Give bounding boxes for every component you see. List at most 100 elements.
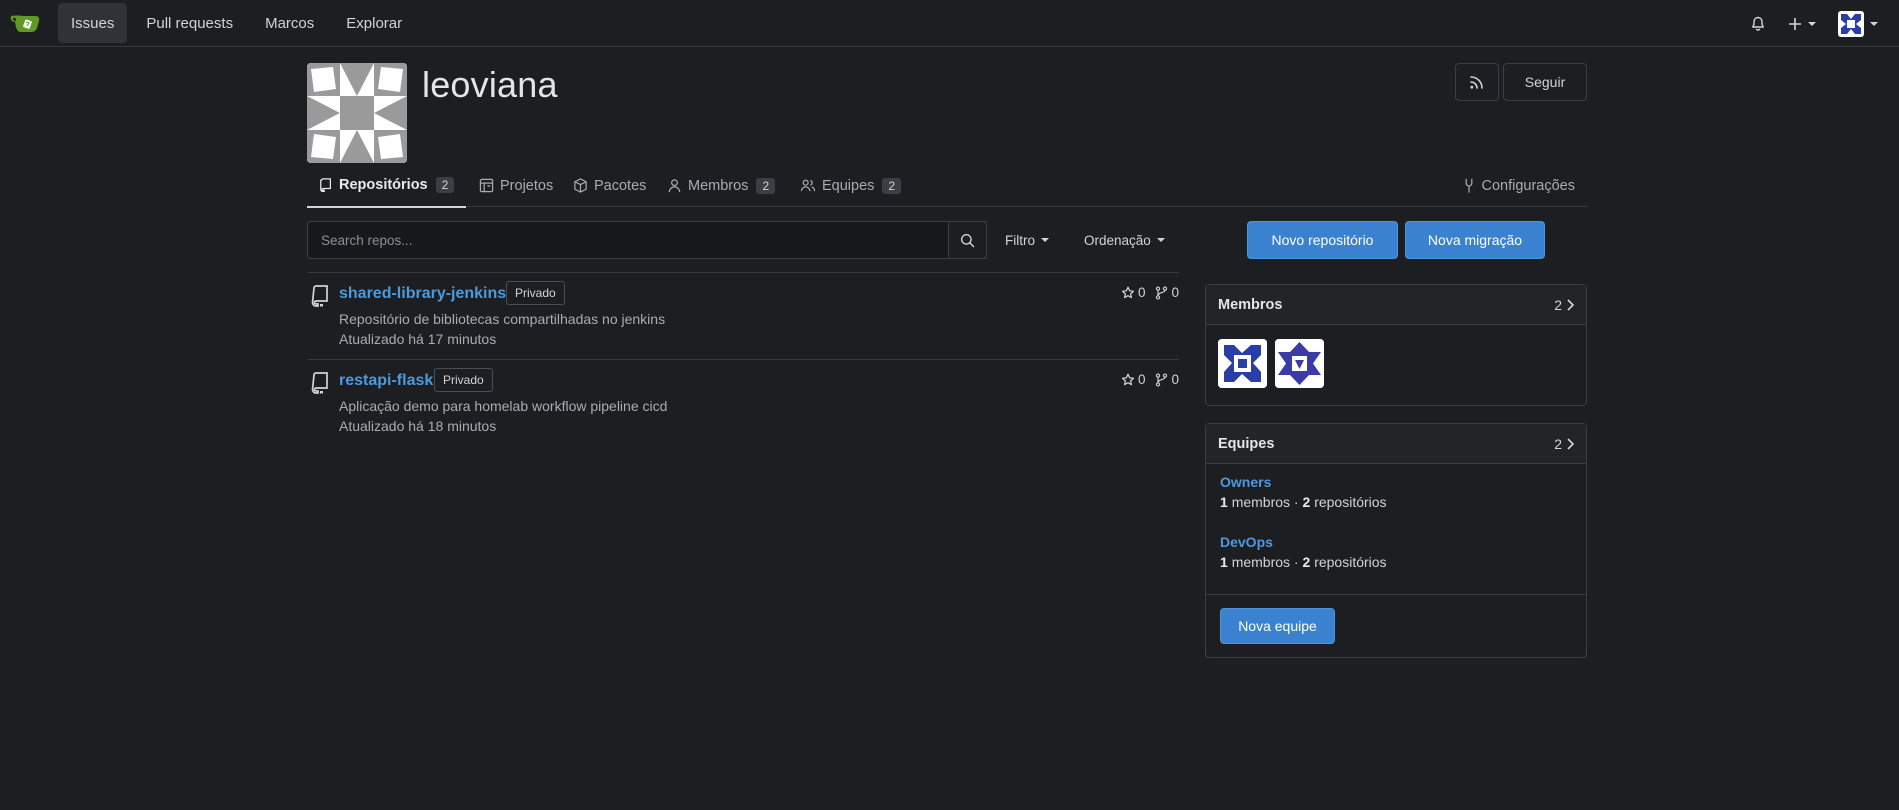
navbar-right: [1739, 0, 1889, 47]
stars-count[interactable]: 0: [1121, 372, 1146, 387]
tab-teams[interactable]: Equipes 2: [800, 164, 902, 207]
card-title: Membros: [1218, 296, 1283, 313]
repo-name-link[interactable]: shared-library-jenkins: [339, 285, 506, 303]
caret-down-icon: [1156, 238, 1165, 242]
repo-updated-time: Atualizado há 17 minutos: [339, 331, 497, 347]
star-icon: [1121, 286, 1135, 300]
rss-icon: [1468, 73, 1486, 91]
sort-label: Ordenação: [1084, 232, 1151, 248]
members-count: 2: [1554, 297, 1574, 313]
repo-name-link[interactable]: restapi-flask: [339, 372, 433, 390]
team-info: 1 membros · 2 repositórios: [1220, 494, 1387, 510]
tab-repositories[interactable]: Repositórios 2: [307, 164, 467, 208]
team-repos-count: 2: [1302, 554, 1311, 570]
org-header: leoviana Seguir: [307, 48, 1587, 164]
rss-feed-button[interactable]: [1455, 63, 1499, 101]
chevron-right-icon: [1566, 298, 1574, 311]
project-icon: [479, 178, 494, 193]
nav-milestones[interactable]: Marcos: [252, 3, 327, 43]
new-team-button[interactable]: Nova equipe: [1220, 608, 1335, 644]
search-input[interactable]: [308, 222, 987, 258]
team-info: 1 membros · 2 repositórios: [1220, 554, 1387, 570]
sort-dropdown[interactable]: Ordenação: [1084, 221, 1165, 259]
tools-icon: [1462, 178, 1476, 193]
team-name-link[interactable]: Owners: [1220, 474, 1572, 490]
tab-label: Pacotes: [594, 177, 647, 194]
count-badge: 2: [756, 177, 776, 194]
repo-stats: 0 0: [1115, 285, 1179, 300]
repo-icon: [311, 285, 329, 307]
forks-count[interactable]: 0: [1155, 285, 1179, 300]
nav-explore[interactable]: Explorar: [333, 3, 415, 43]
search-icon: [960, 233, 975, 248]
members-avatars: [1206, 325, 1586, 405]
visibility-badge: Privado: [506, 281, 565, 305]
repo-description: Repositório de bibliotecas compartilhada…: [339, 311, 666, 327]
repo-stats: 0 0: [1115, 372, 1179, 387]
avatar[interactable]: [1275, 339, 1324, 388]
tab-projects[interactable]: Projetos: [479, 164, 553, 207]
notifications-button[interactable]: [1739, 4, 1777, 44]
tab-label: Projetos: [500, 177, 554, 194]
search-button[interactable]: [948, 221, 987, 259]
org-tabs: Repositórios 2 Projetos Pacotes Membros …: [307, 164, 1587, 208]
caret-down-icon: [1808, 21, 1816, 26]
team-members-count: 1: [1220, 494, 1228, 510]
fork-icon: [1155, 372, 1168, 387]
team-item: DevOps 1 membros · 2 repositórios: [1206, 524, 1586, 584]
team-members-count: 1: [1220, 554, 1228, 570]
count-badge: 2: [435, 177, 455, 193]
tab-label: Repositórios: [339, 177, 428, 193]
caret-down-icon: [1041, 238, 1049, 242]
team-repos-label: repositórios: [1314, 494, 1387, 510]
teams-count: 2: [1554, 436, 1574, 452]
user-menu[interactable]: [1827, 4, 1889, 44]
list-item: shared-library-jenkins Privado 0 0 Repos…: [307, 273, 1179, 360]
teams-card-header[interactable]: Equipes 2: [1206, 424, 1586, 464]
count-badge: 2: [882, 177, 902, 194]
teams-card: Equipes 2 Owners 1 membros · 2 repositór…: [1205, 423, 1587, 658]
page-container: leoviana Seguir Repositórios 2 Projetos: [307, 48, 1587, 658]
star-icon: [1121, 373, 1135, 387]
team-item: Owners 1 membros · 2 repositórios: [1206, 464, 1586, 524]
repo-icon: [311, 372, 329, 394]
follow-button[interactable]: Seguir: [1503, 63, 1587, 101]
forks-value: 0: [1171, 372, 1179, 387]
package-icon: [573, 178, 588, 193]
filter-label: Filtro: [1005, 232, 1035, 248]
repo-icon: [319, 178, 333, 192]
tab-label: Configurações: [1481, 177, 1576, 194]
list-item: restapi-flask Privado 0 0 Aplicação demo…: [307, 360, 1179, 447]
filter-dropdown[interactable]: Filtro: [1005, 221, 1049, 259]
search-box: [307, 221, 987, 259]
teams-card-footer: Nova equipe: [1206, 594, 1586, 657]
nav-pull-requests[interactable]: Pull requests: [133, 3, 246, 43]
nav-issues[interactable]: Issues: [58, 3, 128, 43]
tab-members[interactable]: Membros 2: [667, 164, 776, 207]
tab-settings[interactable]: Configurações: [1462, 164, 1576, 207]
team-name-link[interactable]: DevOps: [1220, 534, 1572, 550]
create-new-menu[interactable]: [1777, 4, 1827, 44]
members-card-header[interactable]: Membros 2: [1206, 285, 1586, 325]
person-icon: [667, 178, 682, 193]
forks-count[interactable]: 0: [1155, 372, 1179, 387]
team-members-label: membros: [1231, 554, 1291, 570]
tab-label: Equipes: [822, 177, 875, 194]
stars-value: 0: [1137, 285, 1146, 300]
plus-icon: [1788, 17, 1802, 31]
stars-count[interactable]: 0: [1121, 285, 1146, 300]
new-repository-button[interactable]: Novo repositório: [1247, 221, 1398, 259]
team-repos-label: repositórios: [1314, 554, 1387, 570]
tab-label: Membros: [688, 177, 749, 194]
bell-icon: [1750, 16, 1766, 32]
stars-value: 0: [1137, 372, 1146, 387]
count-value: 2: [1554, 435, 1562, 452]
people-icon: [800, 178, 816, 193]
gitea-logo-icon[interactable]: [8, 8, 42, 38]
chevron-right-icon: [1566, 437, 1574, 450]
avatar[interactable]: [1218, 339, 1267, 388]
new-migration-button[interactable]: Nova migração: [1405, 221, 1545, 259]
repo-description: Aplicação demo para homelab workflow pip…: [339, 398, 668, 414]
tab-packages[interactable]: Pacotes: [573, 164, 646, 207]
user-avatar: [1838, 10, 1864, 37]
